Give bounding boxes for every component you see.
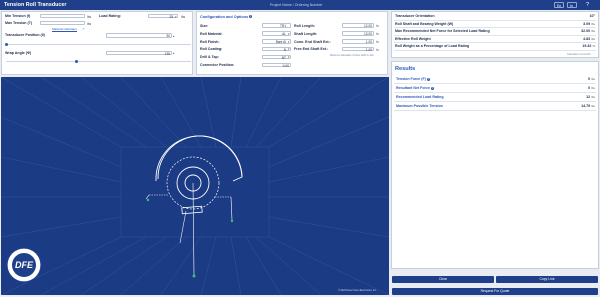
result-row-value: 14.79 lbs (581, 104, 595, 108)
info-icon[interactable]: i (249, 15, 253, 18)
transducer-position-input[interactable]: 90 (106, 33, 172, 38)
tension-line-right (230, 196, 233, 221)
summary-row-value: 32.00 lbs (581, 29, 595, 33)
copyright-text: © 2024 Dover Flexo Electronics, Inc. (338, 289, 377, 292)
roll-assembly (145, 135, 243, 276)
config-title: Configuration and Options i (200, 14, 253, 19)
material-calculator-link[interactable]: Material Calculator (52, 27, 77, 31)
max-tension-input[interactable] (40, 20, 85, 26)
max-tension-label: Max Tension (T) (5, 21, 33, 25)
summary-row-label: Transducer Orientation (395, 14, 435, 18)
shaft-length-unit: in (376, 32, 379, 36)
language-select[interactable]: En (554, 2, 564, 8)
chevron-down-icon: ▾ (288, 55, 290, 59)
summary-row-value: 3.09 lbs (583, 21, 595, 26)
spinner-icon: ▴ (173, 33, 175, 38)
summary-row-label: Max Recommended Net Force for Selected L… (395, 29, 490, 33)
project-name-input[interactable]: Project Name / Ordering Number (270, 3, 323, 7)
result-row-label: Tension Force (F) i (396, 77, 430, 81)
summary-row-value: 4.83 lbs (583, 36, 595, 41)
result-row-label: Recommended Load Rating (396, 95, 444, 99)
wrap-arc (157, 135, 243, 180)
transducer-position-label: Transducer Position (θ) (5, 33, 45, 37)
summary-row-label: Roll Weight as a Percentage of Load Rati… (395, 44, 470, 48)
roll-length-input[interactable]: 12.00 (342, 23, 374, 28)
roll-length-unit: in (376, 24, 379, 28)
roll-material-select[interactable]: AL (262, 31, 291, 36)
summary-row-value: 10° (589, 14, 595, 18)
roll-length-label: Roll Length: (294, 23, 315, 28)
load-rating-select[interactable]: 25 (148, 13, 178, 18)
external-link-icon: ↗ (82, 27, 85, 31)
min-tension-unit: lbs (87, 14, 92, 19)
spinner-icon: ▴ (173, 51, 175, 55)
result-row-value: 0 lbs (588, 77, 595, 81)
result-row-value: 12 lbs (586, 95, 595, 99)
roll-finish-select[interactable]: Bare Ai (262, 39, 291, 44)
shaft-length-label: Shaft Length: (294, 31, 318, 36)
free-end-shaft-label: Free End Shaft Ext.: (294, 47, 329, 51)
summary-row-label: Roll Shaft and Bearing Weight (W) (395, 21, 454, 26)
connector-position-input[interactable]: 0.00 (262, 62, 291, 67)
results-title: Results (395, 66, 416, 72)
load-rating-label: Load Rating: (99, 14, 121, 18)
dfe-logo: DFE (6, 247, 42, 283)
force-line-main (192, 182, 195, 276)
size-label: Size: (200, 23, 209, 28)
roll-coating-label: Roll Coating: (200, 47, 223, 51)
free-end-shaft-input[interactable]: 1.00 (342, 46, 374, 51)
copy-link-button[interactable]: Copy Link (496, 276, 598, 283)
force-line-diag (179, 210, 187, 244)
min-tension-input[interactable] (40, 13, 85, 19)
roll-diagram: DFE (1, 77, 389, 295)
transducer-block (181, 205, 203, 215)
request-quote-button[interactable]: Request For Quote (392, 288, 598, 295)
summary-row-label: Effective Roll Weight (395, 36, 431, 41)
min-tension-label: Min Tension (f) (5, 14, 31, 18)
top-bar: Tension Roll Transducer Project Name / O… (0, 0, 600, 10)
app-title: Tension Roll Transducer (4, 2, 67, 8)
roll-material-label: Roll Material: (200, 31, 223, 36)
summary-note: Calculation successful (567, 53, 591, 56)
result-row-label: Maximum Possible Tension (396, 104, 443, 108)
anchor-point (192, 274, 196, 278)
conn-end-shaft-input[interactable]: 1.00 (342, 39, 374, 44)
summary-row-value: 19.32 % (582, 44, 595, 48)
drill-tap-select[interactable]: NT (262, 54, 291, 59)
info-icon[interactable]: i (426, 77, 430, 81)
tension-outline (155, 135, 243, 182)
free-end-shaft-unit: in (376, 47, 379, 52)
result-row-label: Resultant Net Force i (396, 86, 434, 90)
wrap-angle-label: Wrap Angle (Φ) (5, 51, 32, 55)
anchor-point (230, 219, 234, 223)
tension-line-left (145, 194, 150, 200)
chevron-down-icon: ▾ (288, 47, 290, 51)
config-note: Maximum allowable roll face width is 12i… (330, 53, 374, 57)
units-select[interactable]: In (567, 2, 577, 8)
chevron-down-icon: ▾ (288, 39, 290, 44)
clear-button[interactable]: Clear (392, 276, 494, 283)
conn-end-shaft-unit: in (376, 40, 379, 44)
connector-position-label: Connector Position: (200, 63, 235, 67)
max-tension-unit: lbs (87, 21, 92, 26)
info-icon[interactable]: i (430, 86, 434, 90)
conn-end-shaft-label: Conn. End Shaft Ext.: (294, 39, 331, 44)
wrap-angle-input[interactable]: 135 (106, 50, 172, 55)
load-rating-unit: lbs (181, 14, 186, 19)
chevron-down-icon: ▾ (175, 14, 177, 19)
chevron-down-icon: ▾ (288, 31, 290, 36)
roll-coating-select[interactable]: N (262, 46, 291, 51)
help-icon[interactable]: ? (586, 2, 589, 8)
anchor-point (146, 198, 150, 202)
roll-finish-label: Roll Finish: (200, 39, 220, 44)
drill-tap-label: Drill & Tap: (200, 55, 219, 59)
size-select[interactable]: TR1 (262, 23, 291, 28)
diagram-canvas[interactable]: DFE (1, 77, 389, 295)
logo-text: DFE (15, 260, 34, 270)
result-row-value: 0 lbs (588, 86, 595, 90)
shaft-length-input[interactable]: 13.00 (342, 31, 374, 36)
perspective-grid (1, 77, 389, 295)
